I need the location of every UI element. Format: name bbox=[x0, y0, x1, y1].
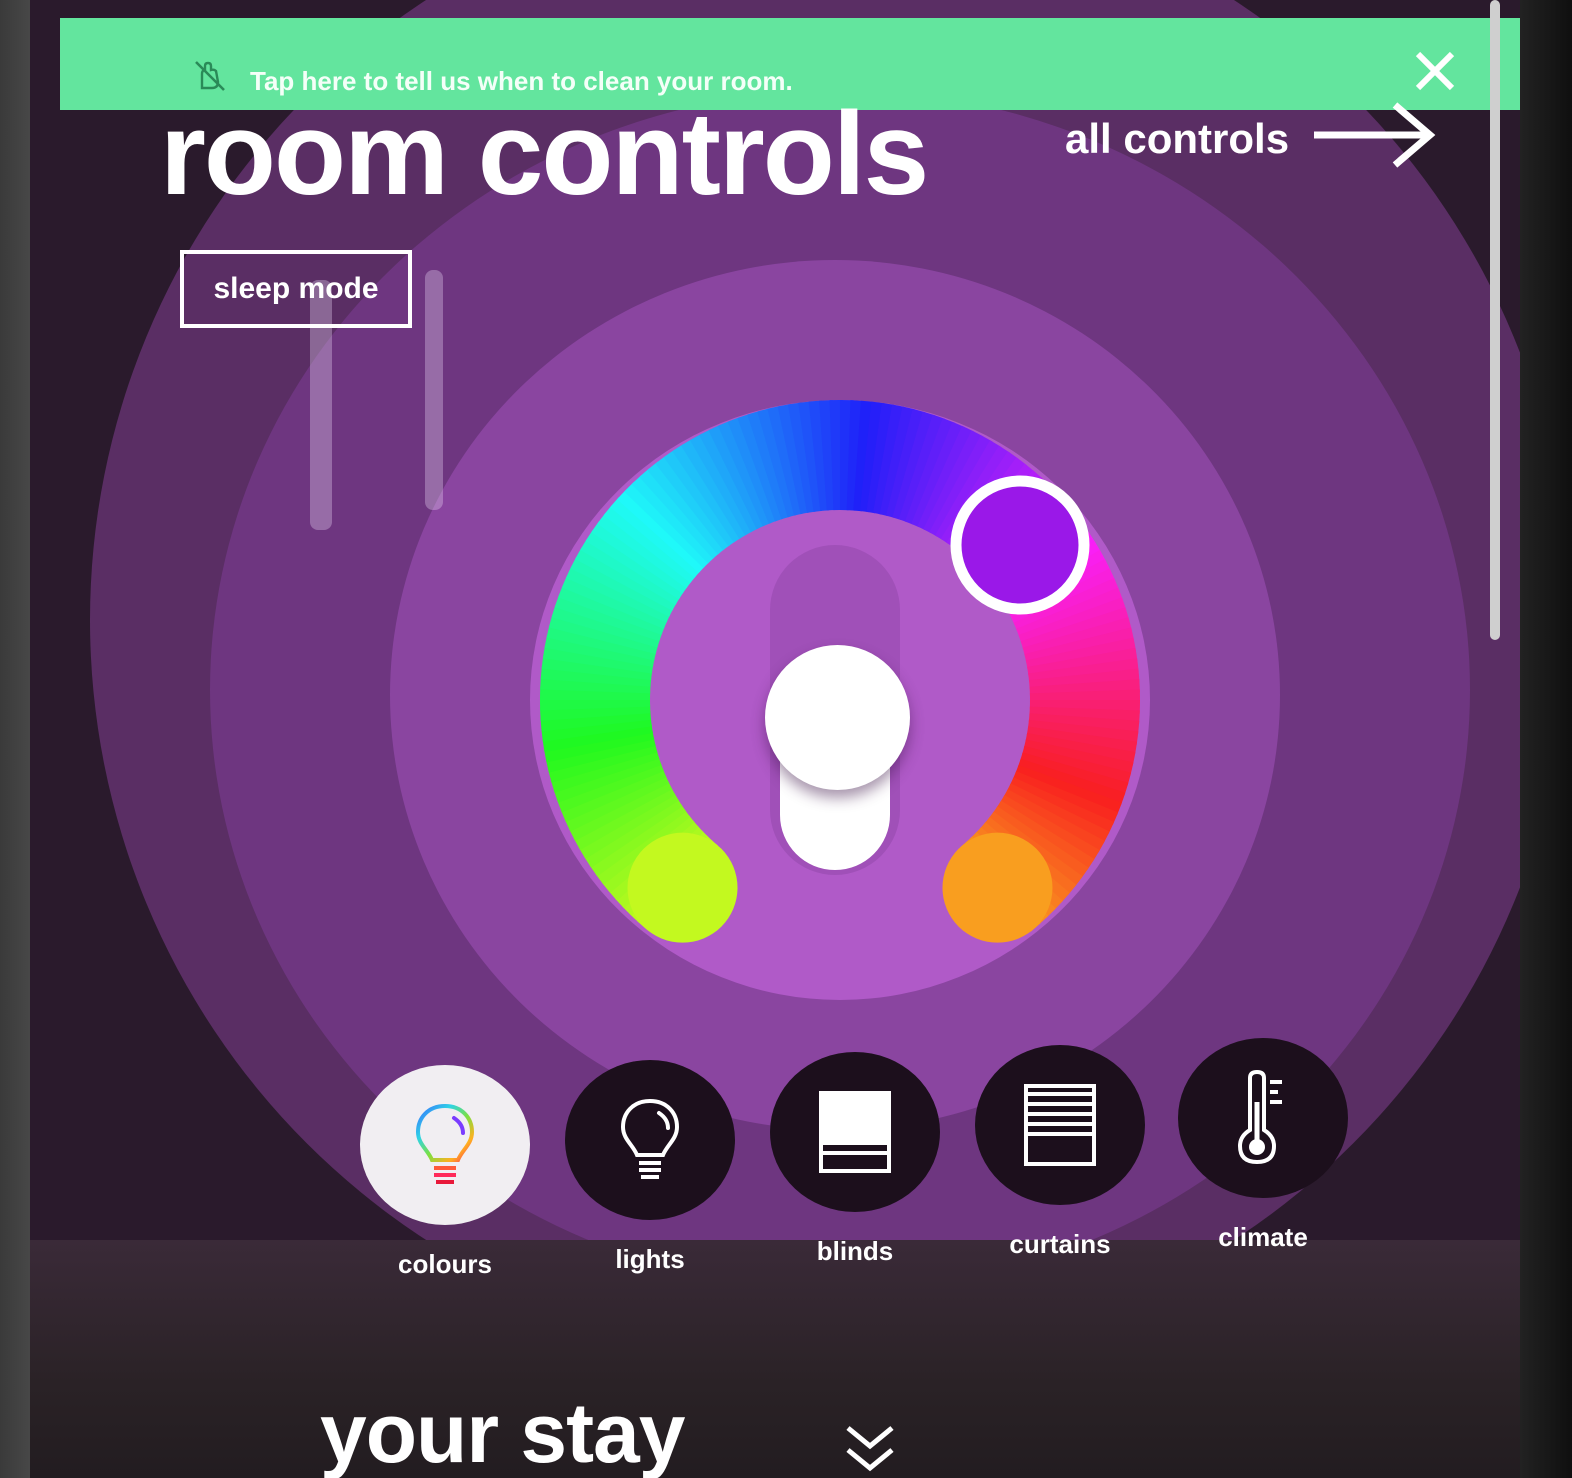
blinds-icon bbox=[819, 1091, 891, 1173]
screen-glare bbox=[425, 270, 443, 510]
thermometer-icon bbox=[1237, 1069, 1282, 1165]
dock-blinds-circle[interactable] bbox=[770, 1052, 940, 1212]
dock-lights[interactable]: lights bbox=[565, 1060, 735, 1275]
your-stay-heading: your stay bbox=[320, 1386, 685, 1478]
page-title: room controls bbox=[160, 88, 929, 220]
dock-colours[interactable]: colours bbox=[360, 1065, 530, 1280]
dock-label: climate bbox=[1218, 1222, 1308, 1252]
dock-climate-circle[interactable] bbox=[1178, 1038, 1348, 1198]
curtains-icon bbox=[1024, 1084, 1096, 1166]
all-controls-link[interactable]: all controls bbox=[1065, 115, 1289, 163]
sleep-mode-label: sleep mode bbox=[213, 272, 379, 305]
arrow-right-icon[interactable] bbox=[1310, 100, 1440, 170]
dock-blinds[interactable]: blinds bbox=[770, 1052, 940, 1267]
device-edge-right bbox=[1520, 0, 1572, 1478]
bulb-icon bbox=[620, 1098, 680, 1179]
dock-label: curtains bbox=[1009, 1229, 1111, 1259]
close-icon[interactable] bbox=[1410, 46, 1460, 96]
dock-label: lights bbox=[615, 1244, 685, 1274]
dock-label: colours bbox=[398, 1249, 492, 1279]
dock-label: blinds bbox=[816, 1236, 894, 1266]
dock-colours-circle[interactable] bbox=[360, 1065, 530, 1225]
dock-climate[interactable]: climate bbox=[1178, 1038, 1348, 1253]
hue-ring-cap bbox=[942, 832, 1053, 943]
dock-lights-circle[interactable] bbox=[565, 1060, 735, 1220]
colour-picker-handle[interactable] bbox=[950, 475, 1090, 615]
sleep-mode-button[interactable]: sleep mode bbox=[180, 250, 412, 328]
bg-bottom bbox=[30, 1240, 1550, 1478]
kiosk-screen: Tap here to tell us when to clean your r… bbox=[30, 0, 1550, 1478]
brightness-slider-knob[interactable] bbox=[765, 645, 910, 790]
hue-ring-cap bbox=[627, 832, 738, 943]
chevron-double-down-icon[interactable] bbox=[840, 1420, 900, 1478]
dock-curtains-circle[interactable] bbox=[975, 1045, 1145, 1205]
scrollbar[interactable] bbox=[1490, 0, 1500, 640]
dock-curtains[interactable]: curtains bbox=[975, 1045, 1145, 1260]
rainbow-bulb-icon bbox=[415, 1103, 475, 1184]
